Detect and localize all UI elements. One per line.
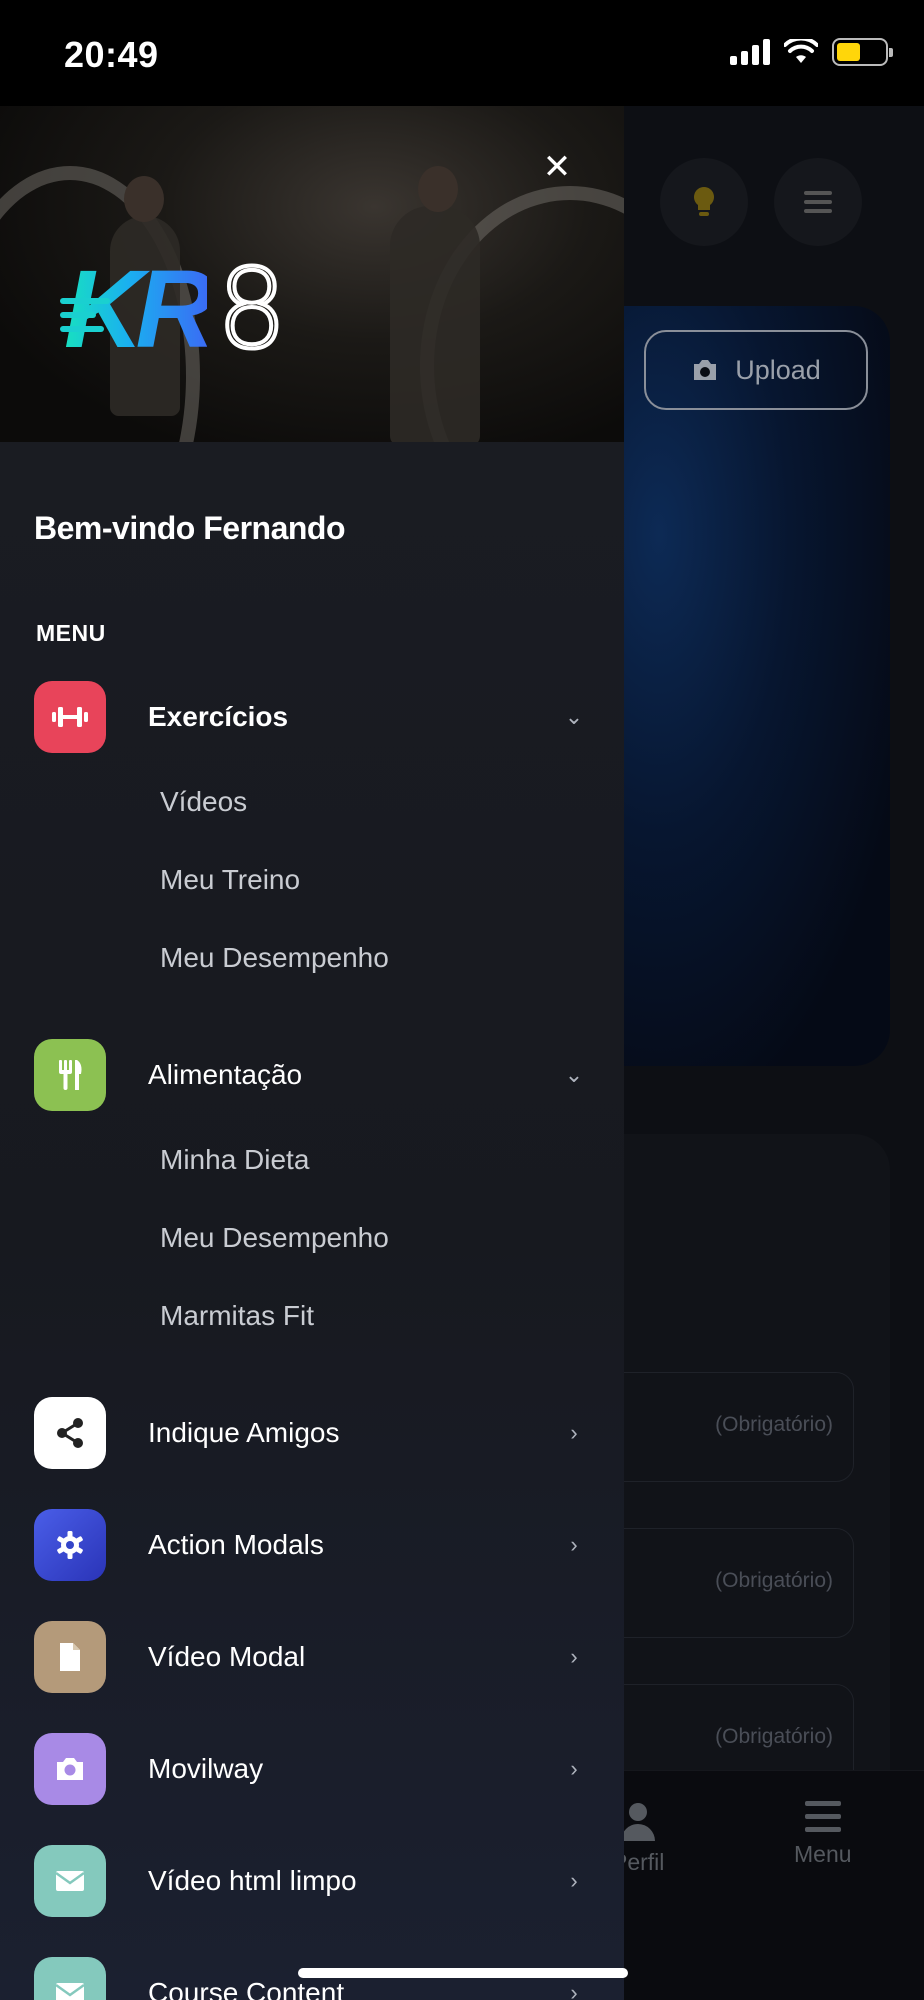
close-icon: ✕	[542, 148, 572, 186]
submenu-item-minha-dieta[interactable]: Minha Dieta	[160, 1144, 309, 1176]
chevron-right-icon: ›	[570, 1644, 578, 1669]
tab-label: Menu	[794, 1841, 852, 1867]
submenu-item-meu-desempenho[interactable]: Meu Desempenho	[160, 942, 389, 974]
form-field[interactable]: (Obrigatório)	[590, 1372, 854, 1482]
battery-icon	[832, 38, 893, 66]
chevron-right-icon: ›	[570, 1756, 578, 1781]
status-bar: 20:49	[0, 0, 924, 106]
hamburger-icon	[804, 1801, 841, 1832]
envelope-icon	[34, 1957, 106, 2000]
status-icons	[730, 38, 893, 66]
camera-icon	[34, 1733, 106, 1805]
menu-item-alimentacao[interactable]: Alimentação ⌄	[34, 1038, 594, 1112]
kr8-logo: KR 8	[60, 243, 289, 375]
menu-item-label: Vídeo html limpo	[148, 1865, 357, 1896]
submenu-item-videos[interactable]: Vídeos	[160, 786, 247, 818]
submenu-item-meu-treino[interactable]: Meu Treino	[160, 864, 300, 896]
menu-item-label: Alimentação	[148, 1059, 303, 1090]
envelope-icon	[34, 1845, 106, 1917]
welcome-text: Bem-vindo Fernando	[34, 510, 346, 546]
upload-label: Upload	[735, 354, 821, 385]
menu-item-course-content[interactable]: Course Content ›	[34, 1956, 594, 2000]
lightbulb-icon	[694, 187, 714, 216]
field-hint: (Obrigatório)	[715, 1413, 833, 1436]
menu-section-label: MENU	[36, 620, 106, 646]
menu-item-movilway[interactable]: Movilway ›	[34, 1732, 594, 1806]
drawer-header-image: ✕ KR 8	[0, 106, 624, 442]
side-drawer: ✕ KR 8 Bem-vindo Fernando MENU Exercícios…	[0, 106, 624, 2000]
chevron-right-icon: ›	[570, 1868, 578, 1893]
chevron-right-icon: ›	[570, 1420, 578, 1445]
menu-item-label: Exercícios	[148, 701, 289, 732]
user-icon	[621, 1803, 656, 1841]
menu-item-label: Indique Amigos	[148, 1417, 340, 1448]
camera-icon	[694, 360, 717, 380]
file-icon	[34, 1621, 106, 1693]
lightbulb-button[interactable]	[660, 158, 748, 246]
share-icon	[34, 1397, 106, 1469]
gear-icon	[34, 1509, 106, 1581]
menu-item-exercicios[interactable]: Exercícios ⌄	[34, 680, 594, 754]
chevron-right-icon: ›	[570, 1532, 578, 1557]
chevron-down-icon: ⌄	[564, 704, 584, 729]
home-indicator[interactable]	[298, 1968, 628, 1978]
menu-item-indique-amigos[interactable]: Indique Amigos ›	[34, 1396, 594, 1470]
field-hint: (Obrigatório)	[715, 1569, 833, 1592]
menu-item-label: Movilway	[148, 1753, 264, 1784]
tab-menu[interactable]: Menu	[794, 1801, 852, 1868]
menu-item-label: Course Content	[148, 1977, 345, 2000]
menu-item-action-modals[interactable]: Action Modals ›	[34, 1508, 594, 1582]
upload-button[interactable]: Upload	[644, 330, 868, 410]
form-field[interactable]: (Obrigatório)	[590, 1528, 854, 1638]
hamburger-icon	[804, 191, 832, 213]
field-hint: (Obrigatório)	[715, 1725, 833, 1748]
utensils-icon	[34, 1039, 106, 1111]
status-time: 20:49	[64, 34, 159, 75]
chevron-right-icon: ›	[570, 1980, 578, 2000]
menu-item-label: Action Modals	[148, 1529, 324, 1560]
hamburger-button[interactable]	[774, 158, 862, 246]
menu-item-label: Vídeo Modal	[148, 1641, 306, 1672]
menu-item-video-html-limpo[interactable]: Vídeo html limpo ›	[34, 1844, 594, 1918]
chevron-down-icon: ⌄	[564, 1062, 584, 1087]
dumbbell-icon	[34, 681, 106, 753]
submenu-item-marmitas-fit[interactable]: Marmitas Fit	[160, 1300, 314, 1332]
wifi-icon	[784, 39, 818, 63]
close-drawer-button[interactable]: ✕	[542, 150, 572, 184]
submenu-item-meu-desempenho[interactable]: Meu Desempenho	[160, 1222, 389, 1254]
menu-item-video-modal[interactable]: Vídeo Modal ›	[34, 1620, 594, 1694]
cellular-signal-icon	[730, 39, 770, 65]
